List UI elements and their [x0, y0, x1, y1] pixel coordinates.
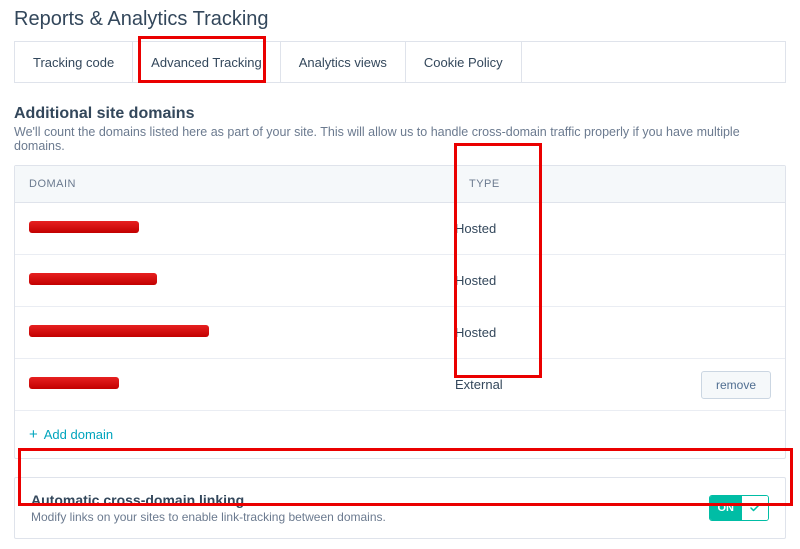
tab-tracking-code[interactable]: Tracking code [15, 42, 133, 82]
domain-redacted [29, 273, 157, 285]
check-icon [742, 496, 768, 520]
tabnav: Tracking code Advanced Tracking Analytic… [14, 41, 786, 83]
domain-redacted [29, 377, 119, 389]
section-title: Additional site domains [14, 105, 786, 123]
table-row: Hosted [15, 307, 785, 359]
add-domain-label: Add domain [44, 427, 113, 442]
type-cell: External [455, 377, 655, 392]
type-cell: Hosted [455, 325, 655, 340]
table-row: Hosted [15, 255, 785, 307]
remove-button[interactable]: remove [701, 371, 771, 399]
page-title: Reports & Analytics Tracking [14, 8, 786, 31]
tab-cookie-policy[interactable]: Cookie Policy [406, 42, 522, 82]
th-type: TYPE [455, 166, 655, 202]
domains-table: DOMAIN TYPE Hosted Hosted Hosted Externa… [14, 165, 786, 459]
type-cell: Hosted [455, 273, 655, 288]
panel-desc: Modify links on your sites to enable lin… [31, 510, 709, 524]
tab-advanced-tracking[interactable]: Advanced Tracking [133, 42, 281, 82]
type-cell: Hosted [455, 221, 655, 236]
add-domain-link[interactable]: + Add domain [29, 427, 113, 442]
th-domain: DOMAIN [15, 166, 455, 202]
tab-analytics-views[interactable]: Analytics views [281, 42, 406, 82]
table-row: Hosted [15, 203, 785, 255]
cross-domain-panel: Automatic cross-domain linking Modify li… [14, 477, 786, 539]
domain-redacted [29, 325, 209, 337]
section-desc: We'll count the domains listed here as p… [14, 125, 786, 153]
panel-title: Automatic cross-domain linking [31, 492, 709, 508]
cross-domain-toggle[interactable]: ON [709, 495, 770, 521]
domain-redacted [29, 221, 139, 233]
toggle-state-label: ON [710, 496, 743, 520]
table-row: External remove [15, 359, 785, 411]
plus-icon: + [29, 427, 38, 442]
